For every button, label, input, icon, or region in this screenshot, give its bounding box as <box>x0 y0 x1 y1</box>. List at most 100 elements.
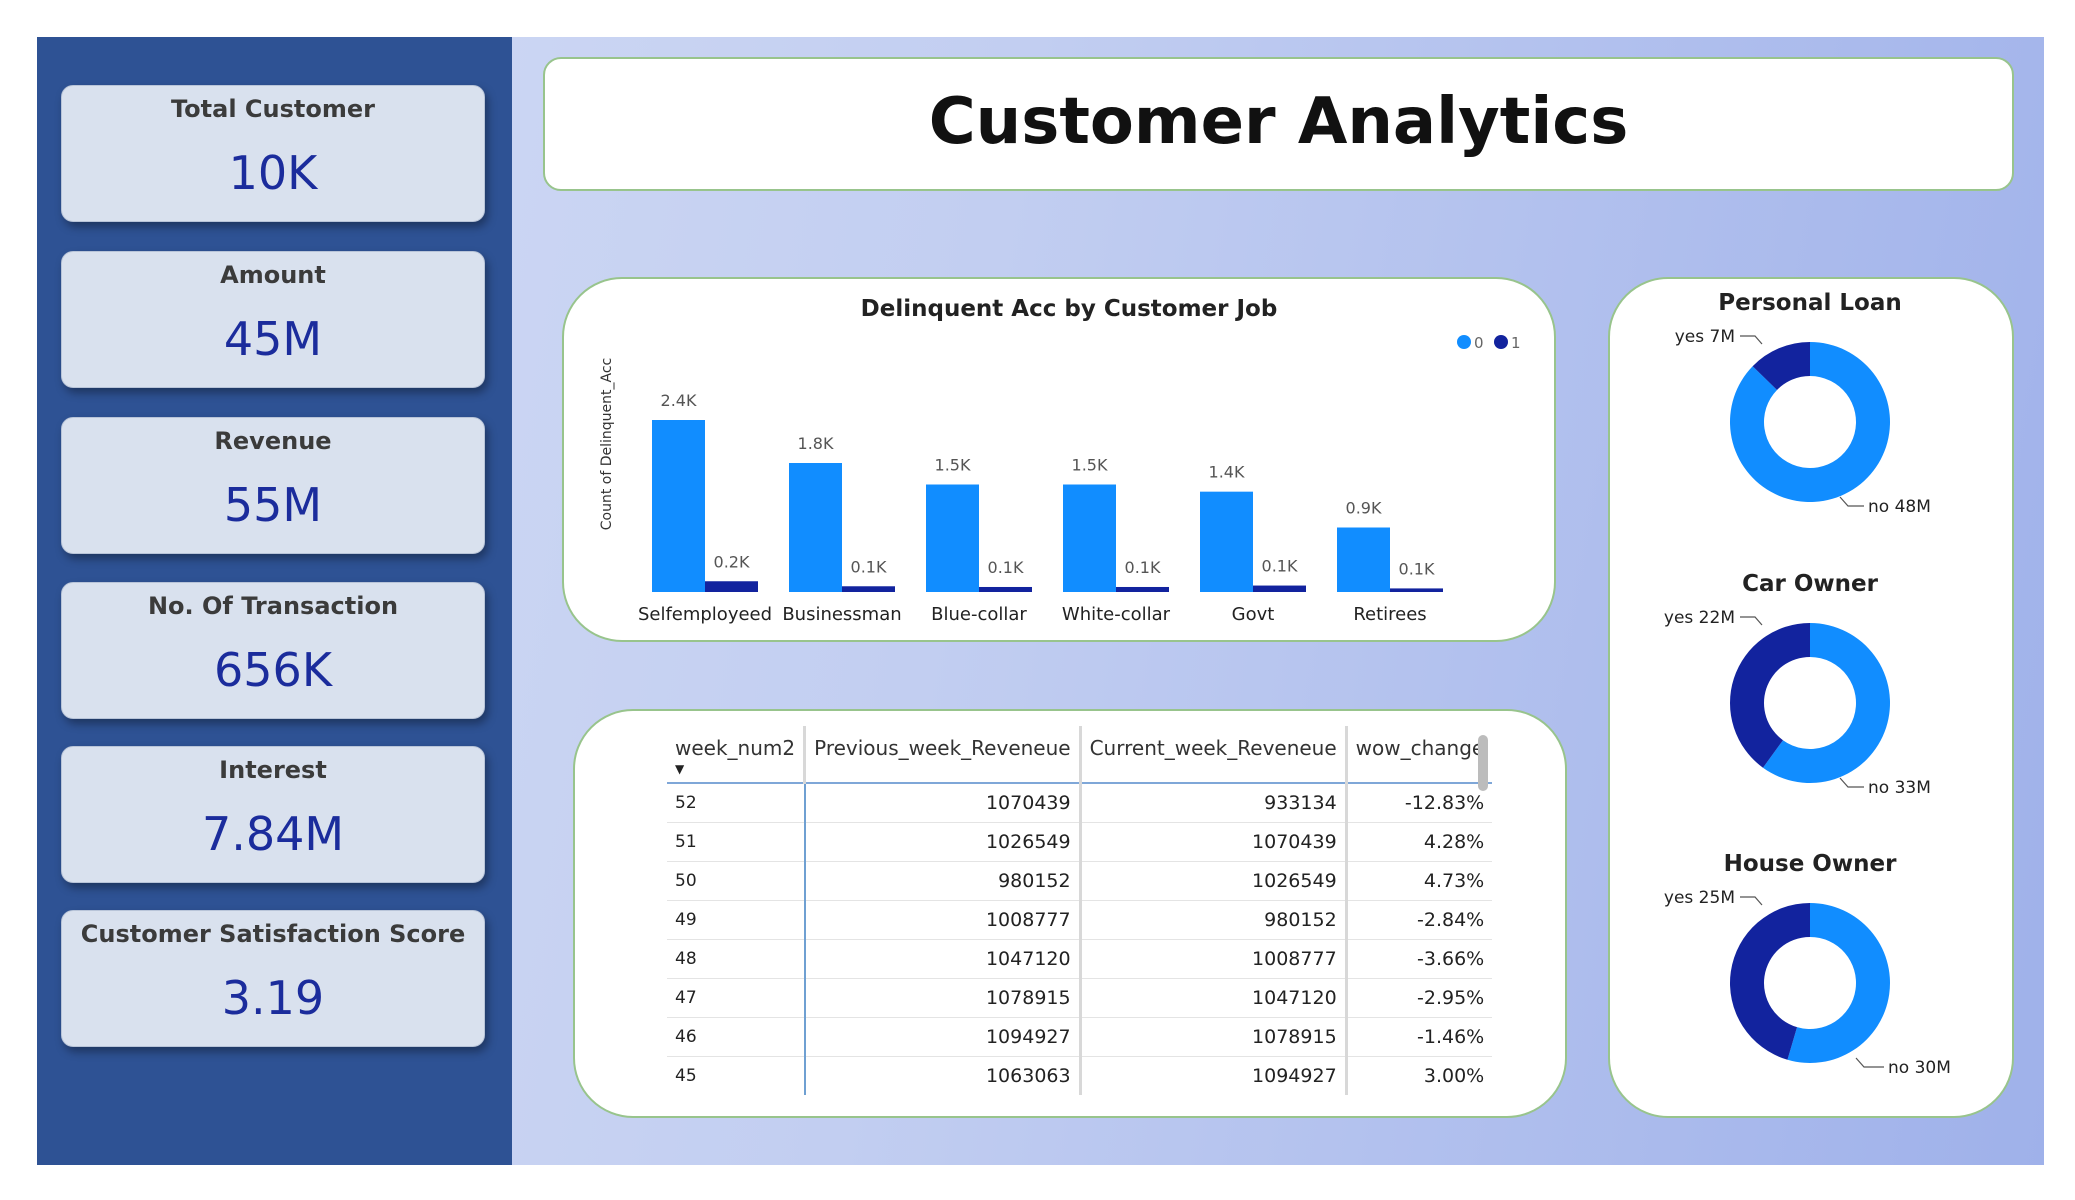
table-cell-wow_change: -12.83% <box>1344 782 1493 822</box>
kpi-card-transactions[interactable]: No. Of Transaction 656K <box>61 582 485 719</box>
donut-title: House Owner <box>1724 851 1897 877</box>
leader-line-no <box>1839 777 1864 788</box>
kpi-value: 656K <box>214 643 332 697</box>
bar-series1-white-collar <box>1116 586 1169 592</box>
leader-line-yes <box>1740 335 1763 345</box>
table-cell-wow_change: -1.46% <box>1344 1016 1493 1056</box>
kpi-card-amount[interactable]: Amount 45M <box>61 251 485 388</box>
data-label: 1.8K <box>798 434 834 453</box>
kpi-label: Interest <box>219 756 327 784</box>
data-label: 1.5K <box>1072 456 1108 475</box>
x-tick-label: Selfemployeed <box>638 604 772 625</box>
column-header-current[interactable]: Current_week_Reveneue <box>1078 726 1347 783</box>
weekly-revenue-table-panel[interactable]: week_num2 ▼ Previous_week_Reveneue Curren… <box>573 709 1567 1118</box>
table-cell-previous_week_reveneue: 1047120 <box>803 938 1081 978</box>
table-row[interactable]: 49 1008777 980152 -2.84% <box>667 899 1493 939</box>
kpi-card-revenue[interactable]: Revenue 55M <box>61 417 485 554</box>
table-cell-current_week_reveneue: 933134 <box>1078 782 1347 822</box>
table-cell-week_num2: 52 <box>667 782 805 822</box>
column-header-previous[interactable]: Previous_week_Reveneue <box>803 726 1081 783</box>
kpi-sidebar: Total Customer 10K Amount 45M Revenue 55… <box>37 37 512 1165</box>
chart-title: Delinquent Acc by Customer Job <box>861 296 1278 322</box>
x-tick-label: Businessman <box>782 604 901 625</box>
kpi-value: 45M <box>223 312 323 366</box>
table-cell-wow_change: 4.73% <box>1344 860 1493 900</box>
table-scroll-area[interactable]: week_num2 ▼ Previous_week_Reveneue Curren… <box>667 726 1493 1095</box>
data-label: 0.1K <box>851 557 887 576</box>
legend-label-0: 0 <box>1474 334 1484 352</box>
bar-series0-white-collar <box>1063 484 1116 592</box>
kpi-card-satisfaction[interactable]: Customer Satisfaction Score 3.19 <box>61 910 485 1047</box>
column-header-label: week_num2 <box>675 736 796 760</box>
kpi-label: Revenue <box>214 427 332 455</box>
table-row[interactable]: 47 1078915 1047120 -2.95% <box>667 977 1493 1017</box>
kpi-label: Total Customer <box>171 95 375 123</box>
table-cell-current_week_reveneue: 980152 <box>1078 899 1347 939</box>
table-cell-wow_change: -2.84% <box>1344 899 1493 939</box>
table-row[interactable]: 52 1070439 933134 -12.83% <box>667 782 1493 822</box>
y-axis-label: Count of Delinquent_Acc <box>599 358 615 530</box>
bar-series1-govt <box>1253 585 1306 592</box>
data-label: 1.5K <box>935 456 971 475</box>
donut-label-no: no 30M <box>1888 1058 1951 1078</box>
column-header-wow[interactable]: wow_change <box>1344 726 1493 783</box>
kpi-card-total-customer[interactable]: Total Customer 10K <box>61 85 485 222</box>
donut-label-yes: yes 7M <box>1675 327 1735 347</box>
data-label: 0.1K <box>1125 558 1161 577</box>
table-row[interactable]: 46 1094927 1078915 -1.46% <box>667 1016 1493 1056</box>
kpi-value: 55M <box>223 478 323 532</box>
donut-title: Personal Loan <box>1718 290 1901 316</box>
table-cell-week_num2: 46 <box>667 1016 805 1056</box>
donut-slice-yes <box>1730 623 1810 768</box>
table-cell-previous_week_reveneue: 1026549 <box>803 821 1081 861</box>
table-row[interactable]: 51 1026549 1070439 4.28% <box>667 821 1493 861</box>
dashboard: Total Customer 10K Amount 45M Revenue 55… <box>37 37 2044 1165</box>
bar-series0-govt <box>1200 491 1253 592</box>
legend-marker-1 <box>1494 335 1508 349</box>
sort-descending-icon[interactable]: ▼ <box>675 762 684 776</box>
bar-series0-blue-collar <box>926 484 979 592</box>
data-label: 0.1K <box>988 558 1024 577</box>
table-cell-previous_week_reveneue: 1094927 <box>803 1016 1081 1056</box>
table-scrollbar[interactable] <box>1478 735 1488 791</box>
page-title: Customer Analytics <box>928 85 1629 159</box>
table-cell-week_num2: 51 <box>667 821 805 861</box>
kpi-card-interest[interactable]: Interest 7.84M <box>61 746 485 883</box>
kpi-label: Customer Satisfaction Score <box>80 920 466 948</box>
x-tick-label: Retirees <box>1353 604 1426 625</box>
delinquent-bar-chart: Delinquent Acc by Customer Job Count of D… <box>599 296 1521 625</box>
table-header-row: week_num2 ▼ Previous_week_Reveneue Curren… <box>667 726 1493 783</box>
column-header-week[interactable]: week_num2 ▼ <box>667 726 805 783</box>
table-cell-previous_week_reveneue: 980152 <box>803 860 1081 900</box>
kpi-label: Amount <box>220 261 326 289</box>
leader-line-no <box>1839 496 1864 507</box>
table-cell-current_week_reveneue: 1008777 <box>1078 938 1347 978</box>
table-cell-current_week_reveneue: 1047120 <box>1078 977 1347 1017</box>
table-cell-wow_change: 3.00% <box>1344 1055 1493 1095</box>
kpi-value: 10K <box>228 146 318 200</box>
table-cell-week_num2: 49 <box>667 899 805 939</box>
table-cell-current_week_reveneue: 1094927 <box>1078 1055 1347 1095</box>
table-row[interactable]: 45 1063063 1094927 3.00% <box>667 1055 1493 1095</box>
table-row[interactable]: 50 980152 1026549 4.73% <box>667 860 1493 900</box>
leader-line-no <box>1855 1057 1884 1068</box>
table-row[interactable]: 48 1047120 1008777 -3.66% <box>667 938 1493 978</box>
data-label: 1.4K <box>1209 463 1245 482</box>
donut-label-yes: yes 25M <box>1664 888 1735 908</box>
bar-series1-blue-collar <box>979 586 1032 592</box>
donut-label-no: no 33M <box>1868 778 1931 798</box>
table-cell-wow_change: -3.66% <box>1344 938 1493 978</box>
title-card: Customer Analytics <box>543 57 2014 191</box>
legend-label-1: 1 <box>1511 334 1521 352</box>
table-cell-week_num2: 50 <box>667 860 805 900</box>
table-cell-previous_week_reveneue: 1078915 <box>803 977 1081 1017</box>
kpi-value: 3.19 <box>221 971 325 1025</box>
table-cell-previous_week_reveneue: 1070439 <box>803 782 1081 822</box>
table-cell-week_num2: 48 <box>667 938 805 978</box>
table-cell-current_week_reveneue: 1070439 <box>1078 821 1347 861</box>
ownership-donuts-panel[interactable]: Personal Loan yes 7M no 48M Car Owner yes 22… <box>1608 277 2014 1118</box>
leader-line-yes <box>1740 616 1763 626</box>
x-tick-label: Blue-collar <box>931 604 1027 625</box>
table-cell-wow_change: 4.28% <box>1344 821 1493 861</box>
delinquent-bar-chart-panel[interactable]: Delinquent Acc by Customer Job Count of D… <box>562 277 1556 642</box>
